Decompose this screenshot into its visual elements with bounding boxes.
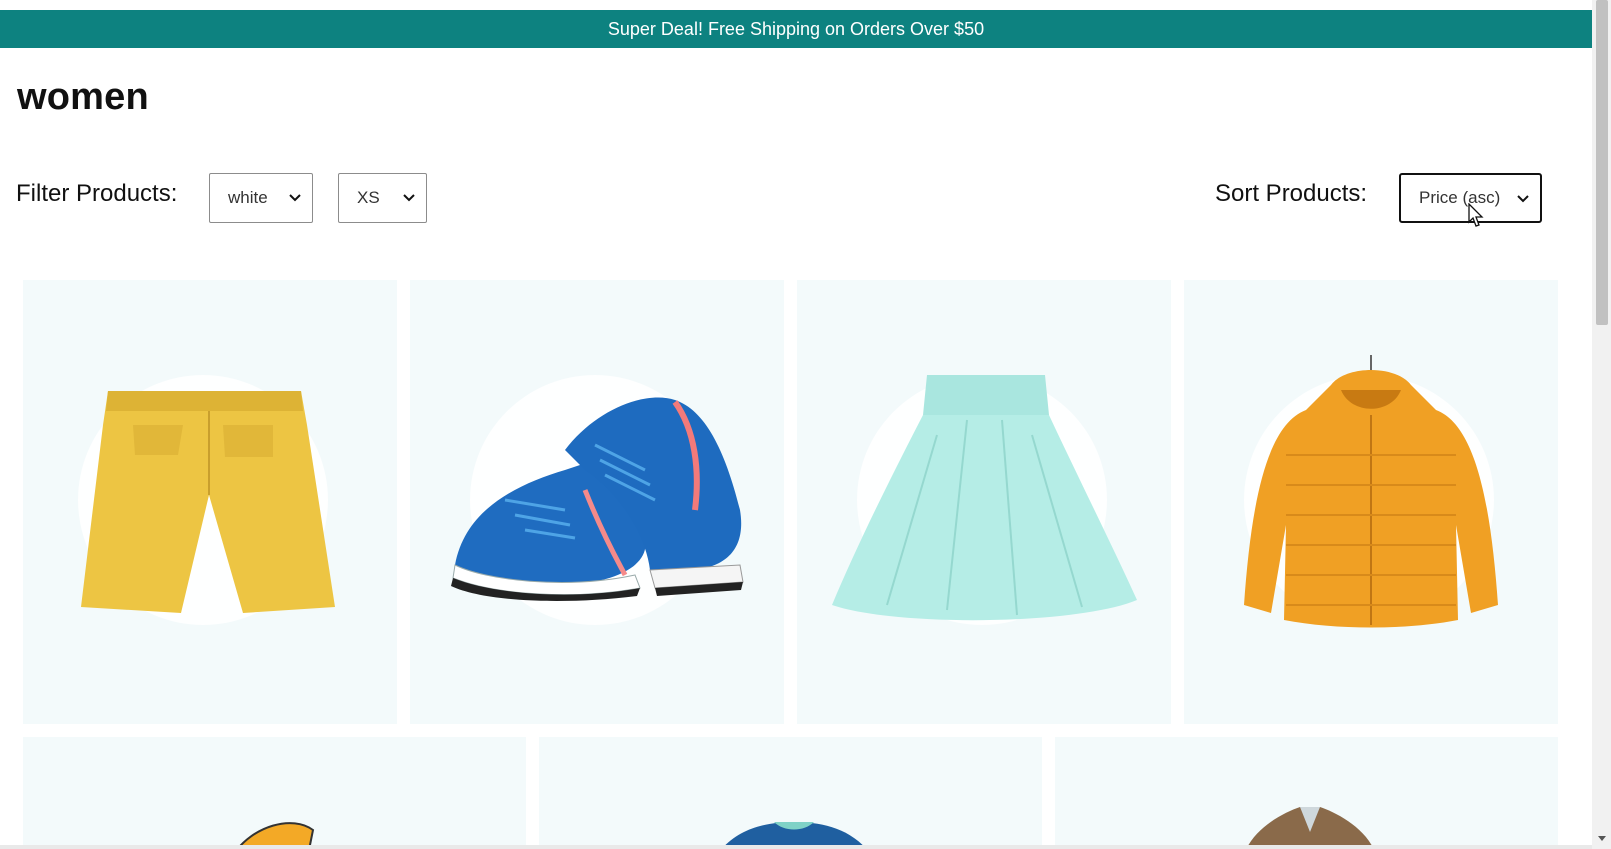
product-card[interactable] <box>410 280 784 724</box>
product-card[interactable] <box>23 280 397 724</box>
filter-label: Filter Products: <box>16 180 178 207</box>
mouse-cursor-icon <box>1468 203 1484 227</box>
orange-item-image <box>236 822 315 849</box>
product-card[interactable] <box>539 737 1042 849</box>
yellow-shorts-image <box>81 391 335 613</box>
announcement-text: Super Deal! Free Shipping on Orders Over… <box>607 18 985 39</box>
product-card[interactable] <box>797 280 1171 724</box>
orange-puffer-jacket-image <box>1244 355 1498 628</box>
brown-coat-image <box>1246 807 1374 849</box>
color-filter-value: white <box>228 188 268 207</box>
chevron-down-icon <box>403 194 415 202</box>
sort-label: Sort Products: <box>1215 180 1368 207</box>
product-card[interactable] <box>1184 280 1558 724</box>
scrollbar-thumb[interactable] <box>1596 0 1608 325</box>
mint-skirt-image <box>832 375 1137 621</box>
product-card[interactable] <box>1055 737 1558 849</box>
chevron-down-icon <box>1517 195 1529 203</box>
scroll-down-arrow-icon[interactable] <box>1597 833 1607 843</box>
chevron-down-icon <box>289 194 301 202</box>
blue-sneakers-image <box>451 397 744 602</box>
sort-value: Price (asc) <box>1419 188 1501 207</box>
size-filter-select[interactable]: XS <box>338 173 427 223</box>
page-title: women <box>17 76 149 118</box>
product-card[interactable] <box>23 737 526 849</box>
horizontal-scroll-area <box>0 845 1592 849</box>
announcement-bar: Super Deal! Free Shipping on Orders Over… <box>0 10 1592 48</box>
size-filter-value: XS <box>357 188 380 207</box>
color-filter-select[interactable]: white <box>209 173 313 223</box>
